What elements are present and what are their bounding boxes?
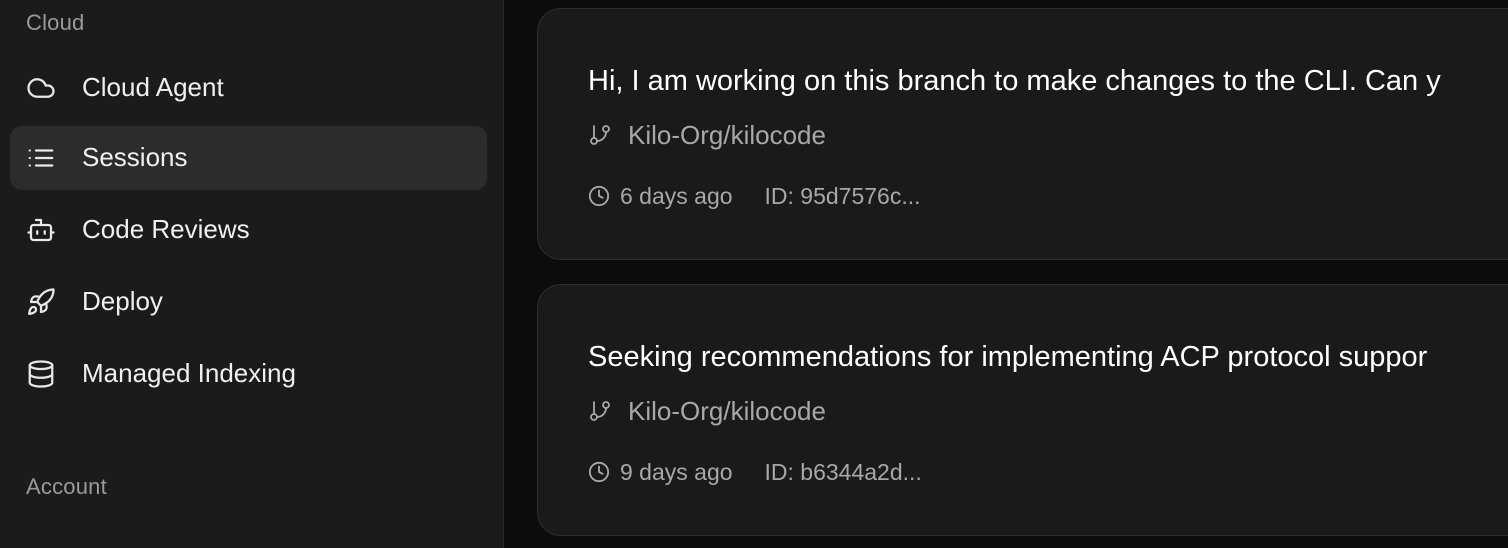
session-time: 9 days ago: [620, 458, 733, 485]
sessions-list: Hi, I am working on this branch to make …: [505, 0, 1508, 548]
rocket-icon: [25, 287, 57, 317]
session-title: Seeking recommendations for implementing…: [588, 341, 1428, 373]
sidebar-item-sessions[interactable]: Sessions: [10, 126, 487, 190]
sidebar-item-deploy[interactable]: Deploy: [10, 270, 487, 334]
clock-icon: [588, 461, 610, 483]
clock-icon: [588, 185, 610, 207]
database-icon: [25, 359, 57, 389]
git-branch-icon: [588, 123, 612, 147]
session-id: ID: 95d7576c...: [764, 182, 921, 209]
sidebar-item-code-reviews[interactable]: Code Reviews: [10, 198, 487, 262]
bot-icon: [25, 215, 57, 245]
sidebar-item-label: Deploy: [82, 286, 163, 316]
session-card[interactable]: Seeking recommendations for implementing…: [537, 284, 1508, 536]
session-card[interactable]: Hi, I am working on this branch to make …: [537, 8, 1508, 260]
session-meta: 6 days ago ID: 95d7576c...: [588, 181, 921, 211]
sidebar-item-label: Managed Indexing: [82, 358, 296, 388]
session-meta: 9 days ago ID: b6344a2d...: [588, 457, 922, 487]
sidebar-item-managed-indexing[interactable]: Managed Indexing: [10, 342, 487, 406]
sidebar: Cloud Cloud Agent Sessions Code Reviews …: [0, 0, 504, 548]
app-root: Cloud Cloud Agent Sessions Code Reviews …: [0, 0, 1508, 548]
session-repo: Kilo-Org/kilocode: [588, 119, 826, 151]
session-repo: Kilo-Org/kilocode: [588, 395, 826, 427]
section-label-account: Account: [26, 474, 107, 499]
sidebar-item-label: Code Reviews: [82, 214, 250, 244]
sidebar-item-label: Cloud Agent: [82, 72, 224, 102]
list-icon: [25, 143, 57, 173]
session-time: 6 days ago: [620, 182, 733, 209]
cloud-icon: [25, 73, 57, 103]
repo-name: Kilo-Org/kilocode: [628, 395, 826, 426]
sidebar-item-cloud-agent[interactable]: Cloud Agent: [10, 56, 487, 120]
repo-name: Kilo-Org/kilocode: [628, 119, 826, 150]
git-branch-icon: [588, 399, 612, 423]
session-id: ID: b6344a2d...: [764, 458, 922, 485]
session-title: Hi, I am working on this branch to make …: [588, 65, 1441, 97]
section-label-cloud: Cloud: [26, 10, 85, 35]
sidebar-item-label: Sessions: [82, 142, 188, 172]
